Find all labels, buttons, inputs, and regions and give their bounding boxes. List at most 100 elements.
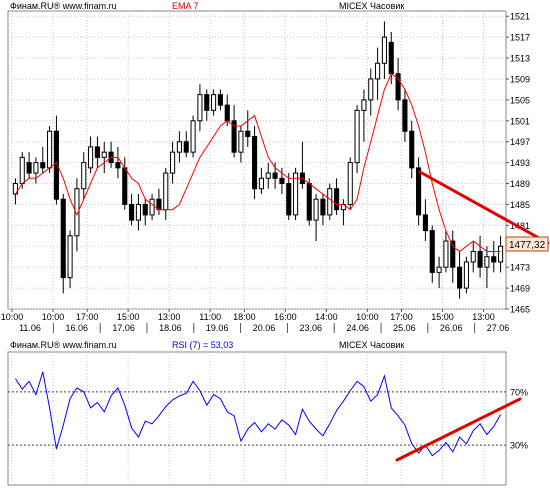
candle-body-down [252,135,258,190]
candle-body-down [115,162,121,169]
price-x-tick-label: 10:00 [356,312,379,322]
price-x-tick-label: 17:00 [76,312,99,322]
price-instrument-label: MICEX Часовик [339,1,404,11]
rsi-level-label: 70% [510,387,528,397]
candle-body-down [320,198,326,216]
price-date-label: 25.06 [393,323,416,333]
candle-body-down [224,104,230,122]
price-date-axis: 11.06 16.06 17.06 18.06 19.06 20.06 23.06 24.06… [19,323,509,333]
price-x-tick-label: 13:00 [158,312,181,322]
candle-body-up [381,36,387,64]
candle [347,157,353,210]
price-x-tick-label: 13:00 [472,312,495,322]
candle-body-up [361,99,367,111]
candle-body-down [60,198,66,279]
price-date-label: 18.06 [159,323,182,333]
candle-body-up [463,261,469,289]
price-x-tick-label: 18:00 [233,312,256,322]
candle-body-up [293,172,299,216]
price-x-tick-label: 15:00 [431,312,454,322]
price-indicator-label: EMA 7 [172,1,199,11]
candle-body-up [47,130,53,169]
candle-body-up [443,240,449,268]
candle-body-up [347,162,353,205]
candle-body-up [163,172,169,211]
rsi-indicator-label: RSI (7) = 53,03 [172,340,233,350]
candle-body-down [306,183,312,221]
candle-body-up [170,151,176,174]
candle-body-down [457,266,463,289]
candle-body-down [122,167,128,205]
candle [327,183,333,221]
candle-body-down [334,188,340,211]
candle-body-up [197,94,203,122]
price-x-tick-label: 14:00 [315,312,338,322]
candle-body-down [26,162,32,174]
candle-body-up [354,109,360,164]
price-x-tick-label: 16:00 [274,312,297,322]
candle-body-up [81,162,87,190]
price-y-tick-label: 1485 [510,200,530,210]
candle-body-up [67,235,73,279]
candle [190,115,196,158]
candle-body-down [429,230,435,273]
price-date-label: 17.06 [112,323,135,333]
micex-hourly-chart: 1465146914731477148114851489149314971501… [1,1,550,486]
price-y-tick-label: 1509 [510,74,530,84]
price-date-label: 19.06 [206,323,229,333]
rsi-plot-area [7,351,507,486]
candle-body-up [327,188,333,216]
candle-body-up [238,130,244,153]
candle-body-down [183,141,189,153]
candle-body-down [94,146,100,158]
candle-body-down [477,250,483,268]
candle-body-up [33,162,39,174]
candle-body-up [211,94,217,111]
candle [463,256,469,294]
rsi-instrument-label: MICEX Часовик [339,340,404,350]
candle-body-down [279,177,285,185]
price-y-tick-label: 1513 [510,54,530,64]
candle-body-down [204,94,210,111]
candle-body-down [272,172,278,179]
candle-body-down [402,99,408,132]
price-date-label: 24.06 [346,323,369,333]
candle-body-up [368,78,374,101]
candle-body-up [19,156,25,185]
price-y-tick-label: 1473 [510,263,530,273]
price-y-tick-label: 1505 [510,95,530,105]
candle-body-down [388,41,394,75]
candle-body-down [491,256,497,263]
price-date-label: 16.06 [66,323,89,333]
candle [354,105,360,174]
candle-body-down [142,203,148,216]
candle [47,126,53,174]
price-x-tick-label: 11:00 [199,312,221,322]
candle [252,126,258,200]
price-y-tick-label: 1501 [510,116,530,126]
price-panel: 1465146914731477148114851489149314971501… [1,1,550,333]
price-date-label: 11.06 [19,323,41,333]
price-date-label: 23.06 [300,323,323,333]
price-date-label: 20.06 [253,323,276,333]
price-y-tick-label: 1493 [510,158,530,168]
rsi-panel: 70% 30% Финам.RU® www.finam.ru RSI (7) = … [7,340,528,486]
price-y-axis: 1465146914731477148114851489149314971501… [506,12,530,315]
candle-body-up [436,266,442,273]
rsi-source-label: Финам.RU® www.finam.ru [10,340,117,350]
price-y-tick-label: 1517 [510,33,530,43]
price-x-tick-label: 10:00 [1,312,24,322]
candle-body-up [88,146,94,169]
price-date-label: 26.06 [440,323,463,333]
candle-body-down [422,214,428,232]
candle-body-up [498,245,504,263]
candle [293,167,299,221]
price-x-axis: 10:00 10:00 17:00 15:00 13:00 11:00 18:00 16:00… [1,309,495,322]
price-x-tick-label: 10:00 [42,312,65,322]
candle-body-up [149,198,155,216]
candle-body-up [135,203,141,221]
candle [306,178,312,226]
candle-body-down [129,203,135,221]
candle-body-down [245,130,251,137]
candle-body-up [375,62,381,80]
